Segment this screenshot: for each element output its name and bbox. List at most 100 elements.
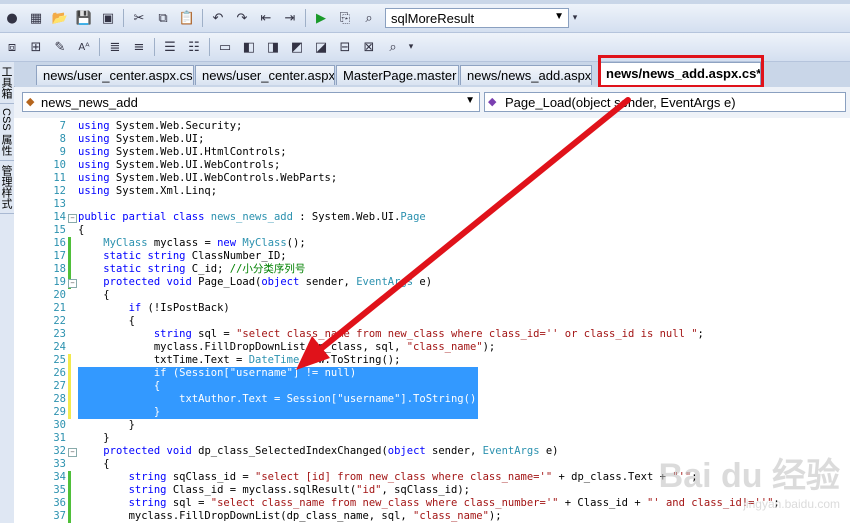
code-line[interactable]: 24 myclass.FillDropDownList(dp_class, sq… bbox=[14, 341, 850, 354]
change-marker bbox=[68, 120, 71, 133]
navigate-forward-icon[interactable]: ⇥ bbox=[279, 7, 301, 29]
collapse-icon[interactable]: − bbox=[68, 279, 77, 288]
indent-icon[interactable]: ≣ bbox=[104, 36, 126, 58]
find-bookmark-icon[interactable]: ⌕ bbox=[382, 36, 404, 58]
undo-icon[interactable]: ↶ bbox=[207, 7, 229, 29]
code-line[interactable]: 22 { bbox=[14, 315, 850, 328]
code-line[interactable]: 13 bbox=[14, 198, 850, 211]
code-editor[interactable]: 7 using System.Web.Security; 8 using System… bbox=[14, 118, 850, 523]
line-number: 11 bbox=[53, 172, 66, 184]
code-line[interactable]: 18 static string C_id; //小分类序列号 bbox=[14, 263, 850, 276]
code-line[interactable]: 29 } bbox=[14, 406, 850, 419]
code-line[interactable]: 9 using System.Web.UI.HtmlControls; bbox=[14, 146, 850, 159]
clear-bookmarks-icon[interactable]: ⊠ bbox=[358, 36, 380, 58]
line-number: 21 bbox=[53, 302, 66, 314]
change-marker bbox=[68, 159, 71, 172]
outdent-icon[interactable]: ≡ bbox=[128, 36, 150, 58]
toolbar-overflow-icon[interactable]: ▾ bbox=[570, 7, 580, 29]
code-line[interactable]: 8 using System.Web.UI; bbox=[14, 133, 850, 146]
new-project-icon[interactable]: ● bbox=[1, 7, 23, 29]
code-text: using System.Web.Security; bbox=[78, 120, 243, 132]
code-line[interactable]: 7 using System.Web.Security; bbox=[14, 120, 850, 133]
toolbar-overflow-icon[interactable]: ▾ bbox=[406, 36, 416, 58]
code-text: using System.Web.UI.WebControls; bbox=[78, 159, 281, 171]
toolbox-tab[interactable]: 工具箱 bbox=[0, 62, 14, 104]
open-file-icon[interactable]: 📂 bbox=[49, 7, 71, 29]
code-text: string Class_id = myclass.sqlResult("id"… bbox=[128, 484, 470, 496]
cut-icon[interactable]: ✂ bbox=[128, 7, 150, 29]
change-marker bbox=[68, 341, 71, 354]
solution-config-value: sqlMoreResult bbox=[391, 10, 475, 26]
tab-masterpage[interactable]: MasterPage.master bbox=[336, 65, 459, 85]
uncomment-icon[interactable]: ☷ bbox=[183, 36, 205, 58]
change-marker bbox=[68, 198, 71, 211]
prev-bookmark-icon[interactable]: ◧ bbox=[238, 36, 260, 58]
font-icon[interactable]: Aᴬ bbox=[73, 36, 95, 58]
code-line[interactable]: 23 string sql = "select class_name from … bbox=[14, 328, 850, 341]
code-line[interactable]: 21 if (!IsPostBack) bbox=[14, 302, 850, 315]
next-bookmark-folder-icon[interactable]: ◪ bbox=[310, 36, 332, 58]
change-marker bbox=[68, 224, 71, 237]
tab-user-center-aspx[interactable]: news/user_center.aspx bbox=[195, 65, 335, 85]
save-all-icon[interactable]: ▣ bbox=[97, 7, 119, 29]
code-line[interactable]: 37 myclass.FillDropDownList(dp_class_nam… bbox=[14, 510, 850, 523]
code-text: if (!IsPostBack) bbox=[128, 302, 230, 314]
line-number: 25 bbox=[53, 354, 66, 366]
code-line[interactable]: 27 { bbox=[14, 380, 850, 393]
format-icon[interactable]: ⧈ bbox=[1, 36, 23, 58]
watermark-text: Bai du 经验 bbox=[658, 457, 840, 495]
tab-news-add-aspx[interactable]: news/news_add.aspx bbox=[460, 65, 592, 85]
bookmark-icon[interactable]: ▭ bbox=[214, 36, 236, 58]
code-line[interactable]: 17 static string ClassNumber_ID; bbox=[14, 250, 850, 263]
add-item-icon[interactable]: ▦ bbox=[25, 7, 47, 29]
next-bookmark-icon[interactable]: ◨ bbox=[262, 36, 284, 58]
tab-user-center-cs[interactable]: news/user_center.aspx.cs bbox=[36, 65, 194, 85]
toggle-bookmark-icon[interactable]: ⊟ bbox=[334, 36, 356, 58]
navigate-backward-icon[interactable]: ⇤ bbox=[255, 7, 277, 29]
change-marker bbox=[68, 289, 71, 302]
code-line[interactable]: 15 { bbox=[14, 224, 850, 237]
comment-icon[interactable]: ☰ bbox=[159, 36, 181, 58]
line-number: 26 bbox=[53, 367, 66, 379]
code-line[interactable]: 25 txtTime.Text = DateTime.Now.ToString(… bbox=[14, 354, 850, 367]
code-line[interactable]: 14− public partial class news_news_add : … bbox=[14, 211, 850, 224]
validate-icon[interactable]: ✎ bbox=[49, 36, 71, 58]
redo-icon[interactable]: ↷ bbox=[231, 7, 253, 29]
code-text: { bbox=[78, 458, 110, 470]
solution-config-combo[interactable]: sqlMoreResult ▼ bbox=[385, 8, 569, 28]
code-line[interactable]: 11 using System.Web.UI.WebControls.WebPar… bbox=[14, 172, 850, 185]
code-text: string sql = "select class_name from new… bbox=[153, 328, 704, 340]
class-combo[interactable]: ◆ news_news_add ▼ bbox=[22, 92, 480, 112]
css-properties-tab[interactable]: CSS 属性 bbox=[0, 104, 14, 161]
code-text: protected void Page_Load(object sender, … bbox=[103, 276, 433, 288]
code-line[interactable]: 28 txtAuthor.Text = Session["username"].… bbox=[14, 393, 850, 406]
code-text: static string ClassNumber_ID; bbox=[103, 250, 287, 262]
change-marker bbox=[68, 237, 71, 250]
code-line[interactable]: 16 MyClass myclass = new MyClass(); bbox=[14, 237, 850, 250]
copy-icon[interactable]: ⧉ bbox=[152, 7, 174, 29]
manage-styles-tab[interactable]: 管理样式 bbox=[0, 161, 14, 214]
change-marker bbox=[68, 510, 71, 523]
toolbar-separator bbox=[154, 38, 155, 56]
code-line[interactable]: 10 using System.Web.UI.WebControls; bbox=[14, 159, 850, 172]
paste-icon[interactable]: 📋 bbox=[176, 7, 198, 29]
code-line[interactable]: 20 { bbox=[14, 289, 850, 302]
start-debugging-icon[interactable]: ▶ bbox=[310, 7, 332, 29]
line-number: 9 bbox=[59, 146, 66, 158]
check-icon[interactable]: ⊞ bbox=[25, 36, 47, 58]
code-text: string sqClass_id = "select [id] from ne… bbox=[128, 471, 698, 483]
attach-icon[interactable]: ⎘ bbox=[334, 7, 356, 29]
collapse-icon[interactable]: − bbox=[68, 214, 77, 223]
member-combo[interactable]: ◆ Page_Load(object sender, EventArgs e) bbox=[484, 92, 846, 112]
code-line[interactable]: 30 } bbox=[14, 419, 850, 432]
prev-bookmark-folder-icon[interactable]: ◩ bbox=[286, 36, 308, 58]
collapse-icon[interactable]: − bbox=[68, 448, 77, 457]
code-line[interactable]: 31 } bbox=[14, 432, 850, 445]
find-icon[interactable]: ⌕ bbox=[358, 7, 380, 29]
code-line[interactable]: 26 if (Session["username"] != null) bbox=[14, 367, 850, 380]
code-line[interactable]: 12 using System.Xml.Linq; bbox=[14, 185, 850, 198]
save-icon[interactable]: 💾 bbox=[73, 7, 95, 29]
watermark-url: jingyan.baidu.com bbox=[743, 497, 840, 511]
code-line[interactable]: 19− protected void Page_Load(object send… bbox=[14, 276, 850, 289]
change-marker bbox=[68, 432, 71, 445]
